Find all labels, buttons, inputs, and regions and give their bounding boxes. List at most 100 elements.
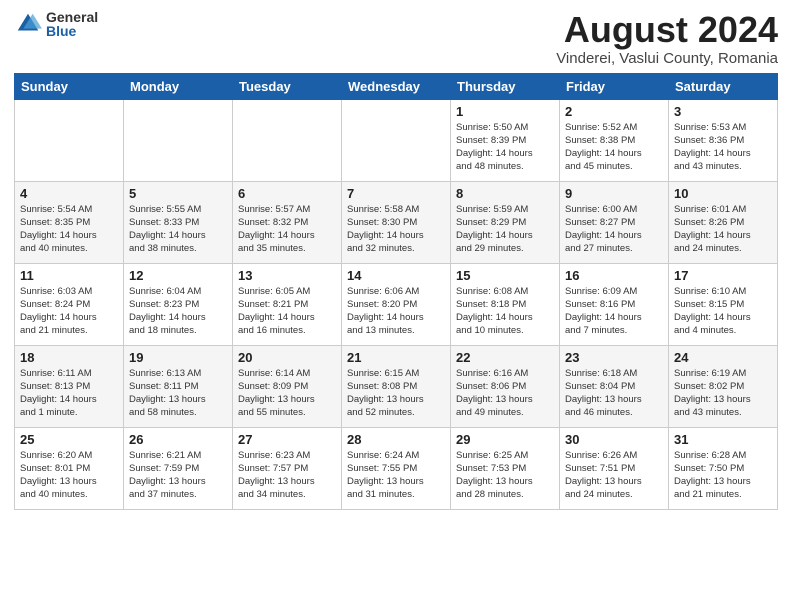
day-number: 20: [238, 350, 336, 365]
calendar-table: SundayMondayTuesdayWednesdayThursdayFrid…: [14, 73, 778, 510]
day-info: Sunrise: 6:09 AM Sunset: 8:16 PM Dayligh…: [565, 285, 663, 338]
day-number: 18: [20, 350, 118, 365]
day-number: 14: [347, 268, 445, 283]
calendar-cell: 6 Sunrise: 5:57 AM Sunset: 8:32 PM Daylig…: [233, 181, 342, 263]
day-number: 31: [674, 432, 772, 447]
day-info: Sunrise: 6:14 AM Sunset: 8:09 PM Dayligh…: [238, 367, 336, 420]
calendar-day-header: Thursday: [451, 73, 560, 99]
calendar-day-header: Wednesday: [342, 73, 451, 99]
day-number: 5: [129, 186, 227, 201]
calendar-cell: 4 Sunrise: 5:54 AM Sunset: 8:35 PM Daylig…: [15, 181, 124, 263]
day-info: Sunrise: 5:55 AM Sunset: 8:33 PM Dayligh…: [129, 203, 227, 256]
day-number: 25: [20, 432, 118, 447]
day-number: 10: [674, 186, 772, 201]
calendar-cell: 27Sunrise: 6:23 AM Sunset: 7:57 PM Dayli…: [233, 427, 342, 509]
calendar-cell: 31 Sunrise: 6:28 AM Sunset: 7:50 PM Dayli…: [669, 427, 778, 509]
calendar-cell: 28 Sunrise: 6:24 AM Sunset: 7:55 PM Dayli…: [342, 427, 451, 509]
day-info: Sunrise: 6:18 AM Sunset: 8:04 PM Dayligh…: [565, 367, 663, 420]
day-number: 13: [238, 268, 336, 283]
calendar-cell: 23 Sunrise: 6:18 AM Sunset: 8:04 PM Dayli…: [560, 345, 669, 427]
day-info: Sunrise: 6:24 AM Sunset: 7:55 PM Dayligh…: [347, 449, 445, 502]
day-number: 24: [674, 350, 772, 365]
calendar-cell: 10 Sunrise: 6:01 AM Sunset: 8:26 PM Dayli…: [669, 181, 778, 263]
header: General Blue August 2024 Vinderei, Vaslu…: [14, 10, 778, 67]
day-info: Sunrise: 6:20 AM Sunset: 8:01 PM Dayligh…: [20, 449, 118, 502]
calendar-header-row: SundayMondayTuesdayWednesdayThursdayFrid…: [15, 73, 778, 99]
calendar-cell: 11 Sunrise: 6:03 AM Sunset: 8:24 PM Dayli…: [15, 263, 124, 345]
day-info: Sunrise: 6:00 AM Sunset: 8:27 PM Dayligh…: [565, 203, 663, 256]
calendar-cell: 5 Sunrise: 5:55 AM Sunset: 8:33 PM Daylig…: [124, 181, 233, 263]
logo-general: General: [46, 10, 98, 24]
calendar-cell: 17Sunrise: 6:10 AM Sunset: 8:15 PM Dayli…: [669, 263, 778, 345]
calendar-cell: 9 Sunrise: 6:00 AM Sunset: 8:27 PM Daylig…: [560, 181, 669, 263]
day-number: 30: [565, 432, 663, 447]
calendar-cell: 14 Sunrise: 6:06 AM Sunset: 8:20 PM Dayli…: [342, 263, 451, 345]
day-number: 22: [456, 350, 554, 365]
calendar-cell: 7Sunrise: 5:58 AM Sunset: 8:30 PM Daylig…: [342, 181, 451, 263]
day-info: Sunrise: 6:26 AM Sunset: 7:51 PM Dayligh…: [565, 449, 663, 502]
main-title: August 2024: [556, 10, 778, 50]
day-number: 19: [129, 350, 227, 365]
day-info: Sunrise: 6:03 AM Sunset: 8:24 PM Dayligh…: [20, 285, 118, 338]
day-info: Sunrise: 6:19 AM Sunset: 8:02 PM Dayligh…: [674, 367, 772, 420]
day-info: Sunrise: 5:59 AM Sunset: 8:29 PM Dayligh…: [456, 203, 554, 256]
day-info: Sunrise: 5:50 AM Sunset: 8:39 PM Dayligh…: [456, 121, 554, 174]
calendar-cell: 2Sunrise: 5:52 AM Sunset: 8:38 PM Daylig…: [560, 99, 669, 181]
day-number: 28: [347, 432, 445, 447]
logo-blue: Blue: [46, 24, 98, 38]
day-number: 16: [565, 268, 663, 283]
calendar-cell: 19Sunrise: 6:13 AM Sunset: 8:11 PM Dayli…: [124, 345, 233, 427]
day-info: Sunrise: 6:05 AM Sunset: 8:21 PM Dayligh…: [238, 285, 336, 338]
calendar-day-header: Tuesday: [233, 73, 342, 99]
calendar-cell: 26 Sunrise: 6:21 AM Sunset: 7:59 PM Dayli…: [124, 427, 233, 509]
day-info: Sunrise: 5:54 AM Sunset: 8:35 PM Dayligh…: [20, 203, 118, 256]
calendar-week-row: 11 Sunrise: 6:03 AM Sunset: 8:24 PM Dayli…: [15, 263, 778, 345]
calendar-week-row: 25 Sunrise: 6:20 AM Sunset: 8:01 PM Dayli…: [15, 427, 778, 509]
day-info: Sunrise: 5:52 AM Sunset: 8:38 PM Dayligh…: [565, 121, 663, 174]
day-info: Sunrise: 6:21 AM Sunset: 7:59 PM Dayligh…: [129, 449, 227, 502]
subtitle: Vinderei, Vaslui County, Romania: [556, 50, 778, 67]
day-info: Sunrise: 6:06 AM Sunset: 8:20 PM Dayligh…: [347, 285, 445, 338]
calendar-cell: 8 Sunrise: 5:59 AM Sunset: 8:29 PM Daylig…: [451, 181, 560, 263]
day-number: 15: [456, 268, 554, 283]
day-info: Sunrise: 6:28 AM Sunset: 7:50 PM Dayligh…: [674, 449, 772, 502]
day-number: 4: [20, 186, 118, 201]
day-number: 29: [456, 432, 554, 447]
calendar-week-row: 1 Sunrise: 5:50 AM Sunset: 8:39 PM Daylig…: [15, 99, 778, 181]
calendar-cell: 16 Sunrise: 6:09 AM Sunset: 8:16 PM Dayli…: [560, 263, 669, 345]
day-info: Sunrise: 6:11 AM Sunset: 8:13 PM Dayligh…: [20, 367, 118, 420]
calendar-cell: 18 Sunrise: 6:11 AM Sunset: 8:13 PM Dayli…: [15, 345, 124, 427]
calendar-day-header: Friday: [560, 73, 669, 99]
day-info: Sunrise: 6:08 AM Sunset: 8:18 PM Dayligh…: [456, 285, 554, 338]
page: General Blue August 2024 Vinderei, Vaslu…: [0, 0, 792, 612]
calendar-cell: 20 Sunrise: 6:14 AM Sunset: 8:09 PM Dayli…: [233, 345, 342, 427]
logo-text: General Blue: [46, 10, 98, 38]
calendar-week-row: 4 Sunrise: 5:54 AM Sunset: 8:35 PM Daylig…: [15, 181, 778, 263]
calendar-cell: 15 Sunrise: 6:08 AM Sunset: 8:18 PM Dayli…: [451, 263, 560, 345]
day-number: 1: [456, 104, 554, 119]
title-block: August 2024 Vinderei, Vaslui County, Rom…: [556, 10, 778, 67]
day-number: 27: [238, 432, 336, 447]
calendar-cell: 24 Sunrise: 6:19 AM Sunset: 8:02 PM Dayli…: [669, 345, 778, 427]
day-number: 21: [347, 350, 445, 365]
logo-icon: [14, 10, 42, 38]
day-number: 26: [129, 432, 227, 447]
calendar-day-header: Monday: [124, 73, 233, 99]
day-number: 3: [674, 104, 772, 119]
day-info: Sunrise: 5:53 AM Sunset: 8:36 PM Dayligh…: [674, 121, 772, 174]
day-info: Sunrise: 6:15 AM Sunset: 8:08 PM Dayligh…: [347, 367, 445, 420]
day-number: 8: [456, 186, 554, 201]
calendar-cell: 12Sunrise: 6:04 AM Sunset: 8:23 PM Dayli…: [124, 263, 233, 345]
day-number: 6: [238, 186, 336, 201]
calendar-cell: 1 Sunrise: 5:50 AM Sunset: 8:39 PM Daylig…: [451, 99, 560, 181]
day-info: Sunrise: 5:57 AM Sunset: 8:32 PM Dayligh…: [238, 203, 336, 256]
day-number: 9: [565, 186, 663, 201]
day-number: 23: [565, 350, 663, 365]
day-info: Sunrise: 6:04 AM Sunset: 8:23 PM Dayligh…: [129, 285, 227, 338]
calendar-cell: 13 Sunrise: 6:05 AM Sunset: 8:21 PM Dayli…: [233, 263, 342, 345]
day-info: Sunrise: 6:01 AM Sunset: 8:26 PM Dayligh…: [674, 203, 772, 256]
day-number: 11: [20, 268, 118, 283]
day-info: Sunrise: 5:58 AM Sunset: 8:30 PM Dayligh…: [347, 203, 445, 256]
calendar-cell: 30 Sunrise: 6:26 AM Sunset: 7:51 PM Dayli…: [560, 427, 669, 509]
calendar-cell: [342, 99, 451, 181]
